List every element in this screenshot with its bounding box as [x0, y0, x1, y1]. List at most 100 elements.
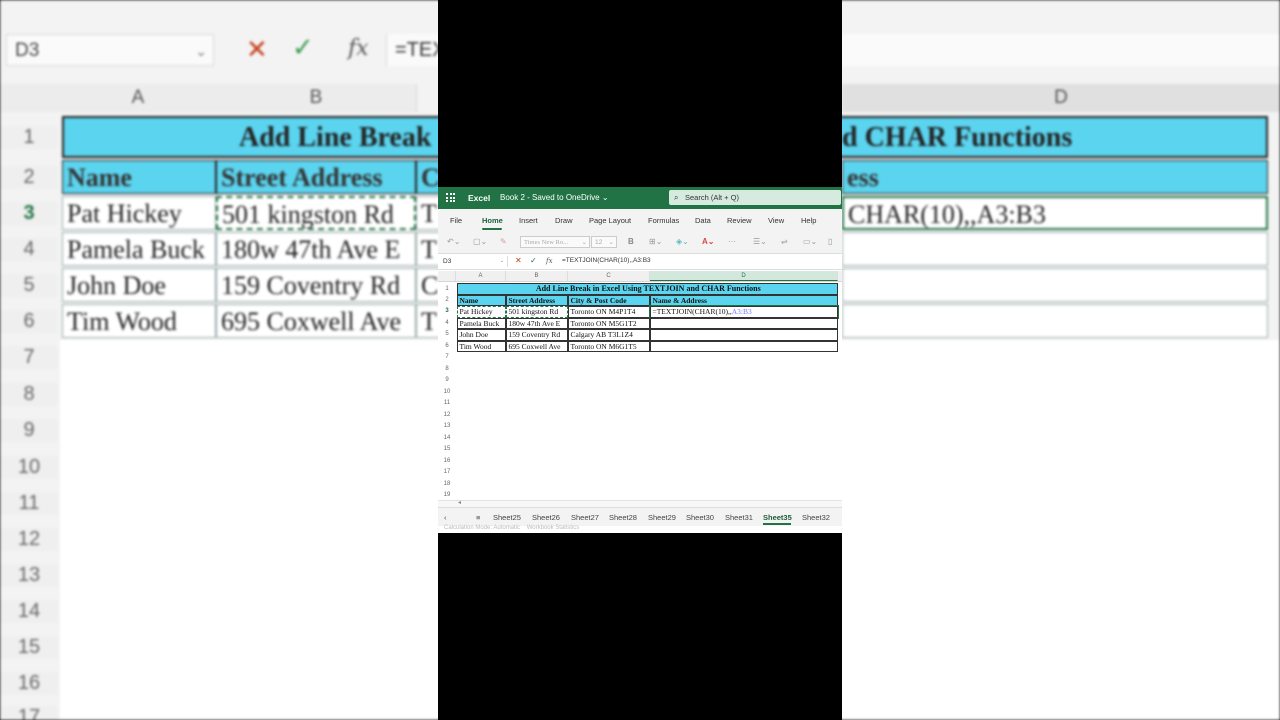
cell-b6[interactable]: 695 Coxwell Ave	[506, 340, 568, 352]
app-launcher-icon[interactable]	[446, 193, 455, 202]
col-header-d[interactable]: D	[650, 271, 838, 281]
cell-d6[interactable]	[650, 340, 838, 352]
sheet-tab-30[interactable]: Sheet30	[686, 513, 714, 522]
select-all-corner[interactable]	[438, 271, 456, 281]
row-header-14[interactable]: 14	[438, 435, 456, 441]
tab-home[interactable]: Home	[482, 216, 503, 225]
sheet-tab-35[interactable]: Sheet35	[763, 513, 792, 522]
scroll-left-icon[interactable]: ◂	[458, 499, 461, 506]
col-header-b[interactable]: B	[506, 271, 568, 281]
tab-page-layout[interactable]: Page Layout	[589, 216, 631, 225]
row-header-10[interactable]: 10	[438, 389, 456, 395]
tab-file[interactable]: File	[450, 216, 462, 225]
font-name-select[interactable]: Times New Ro... ⌄	[520, 236, 590, 248]
cell-a3[interactable]: Pat Hickey	[457, 306, 506, 318]
number-format-icon[interactable]: ▯	[828, 237, 832, 246]
align-icon[interactable]: ☰⌄	[753, 237, 767, 246]
row-header-7[interactable]: 7	[438, 354, 456, 360]
merge-icon[interactable]: ▭⌄	[803, 237, 817, 246]
header-street-address[interactable]: Street Address	[506, 294, 568, 306]
cell-c3[interactable]: Toronto ON M4P1T4	[568, 306, 650, 318]
fill-color-icon[interactable]: ◈⌄	[676, 237, 689, 246]
tab-data[interactable]: Data	[695, 216, 711, 225]
sheet-tab-29[interactable]: Sheet29	[648, 513, 676, 522]
col-header-c[interactable]: C	[568, 271, 650, 281]
row-header-12[interactable]: 12	[438, 412, 456, 418]
header-city-post-code[interactable]: City & Post Code	[568, 294, 650, 306]
font-color-icon[interactable]: A⌄	[702, 237, 714, 246]
bg-col-b: B	[216, 84, 417, 112]
search-box[interactable]: ⌕ Search (Alt + Q)	[669, 190, 841, 205]
sheet-tab-26[interactable]: Sheet26	[532, 513, 560, 522]
row-header-8[interactable]: 8	[438, 366, 456, 372]
chevron-down-icon: ⌄	[499, 258, 504, 264]
cell-d4[interactable]	[650, 317, 838, 329]
row-header-6[interactable]: 6	[438, 343, 456, 349]
row-header-17[interactable]: 17	[438, 469, 456, 475]
cell-a5[interactable]: John Doe	[457, 329, 506, 341]
row-header-15[interactable]: 15	[438, 446, 456, 452]
search-icon: ⌕	[674, 193, 679, 202]
borders-icon[interactable]: ⊞⌄	[649, 237, 662, 246]
tab-view[interactable]: View	[768, 216, 784, 225]
tab-review[interactable]: Review	[727, 216, 752, 225]
enter-check-icon[interactable]: ✓	[530, 256, 537, 265]
cell-b5[interactable]: 159 Coventry Rd	[506, 329, 568, 341]
insert-function-icon[interactable]: fx	[546, 257, 553, 265]
all-sheets-icon[interactable]: ≡	[476, 513, 480, 522]
app-name[interactable]: Excel	[468, 193, 490, 203]
tab-formulas[interactable]: Formulas	[648, 216, 679, 225]
row-header-19[interactable]: 19	[438, 492, 456, 498]
cell-c6[interactable]: Toronto ON M6G1T5	[568, 340, 650, 352]
cell-c4[interactable]: Toronto ON M5G1T2	[568, 317, 650, 329]
search-placeholder: Search (Alt + Q)	[685, 193, 739, 202]
table-title-cell[interactable]: Add Line Break in Excel Using TEXTJOIN a…	[457, 283, 838, 295]
row-header-11[interactable]: 11	[438, 400, 456, 406]
name-box[interactable]: D3 ⌄	[440, 256, 508, 267]
sheet-tab-27[interactable]: Sheet27	[571, 513, 599, 522]
cell-d5[interactable]	[650, 329, 838, 341]
row-header-13[interactable]: 13	[438, 423, 456, 429]
sheet-tab-28[interactable]: Sheet28	[609, 513, 637, 522]
sheet-tab-32[interactable]: Sheet32	[802, 513, 830, 522]
header-name-address[interactable]: Name & Address	[650, 294, 838, 306]
row-header-2[interactable]: 2	[438, 297, 456, 303]
bg-row-8: 8	[0, 383, 58, 406]
header-name[interactable]: Name	[457, 294, 506, 306]
cell-b3[interactable]: 501 kingston Rd	[506, 306, 568, 318]
bg-row-11: 11	[0, 492, 58, 515]
cell-a4[interactable]: Pamela Buck	[457, 317, 506, 329]
bold-icon[interactable]: B	[628, 237, 634, 246]
row-header-3[interactable]: 3	[438, 308, 456, 314]
paste-icon[interactable]: ▢⌄	[473, 237, 487, 246]
row-header-4[interactable]: 4	[438, 320, 456, 326]
wrap-text-icon[interactable]: ⇌	[781, 237, 788, 246]
cancel-icon[interactable]: ✕	[515, 256, 522, 265]
tab-draw[interactable]: Draw	[555, 216, 573, 225]
cell-c5[interactable]: Calgary AB T3L1Z4	[568, 329, 650, 341]
formula-input[interactable]: =TEXTJOIN(CHAR(10),,A3:B3	[562, 257, 651, 264]
document-title-text: Book 2 - Saved to OneDrive	[500, 193, 600, 202]
row-header-16[interactable]: 16	[438, 458, 456, 464]
cell-b4[interactable]: 180w 47th Ave E	[506, 317, 568, 329]
row-header-9[interactable]: 9	[438, 377, 456, 383]
format-painter-icon[interactable]: ✎	[500, 237, 507, 246]
bg-header-street: Street Address	[216, 160, 416, 194]
cell-d3[interactable]: =TEXTJOIN(CHAR(10),,A3:B3	[649, 305, 839, 319]
row-header-1[interactable]: 1	[438, 286, 456, 292]
bg-col-a: A	[60, 84, 217, 112]
sheet-tab-25[interactable]: Sheet25	[493, 513, 521, 522]
row-header-18[interactable]: 18	[438, 481, 456, 487]
horizontal-scrollbar[interactable]: ◂	[438, 500, 842, 507]
cell-a6[interactable]: Tim Wood	[457, 340, 506, 352]
undo-icon[interactable]: ↶⌄	[447, 237, 460, 246]
sheet-tab-31[interactable]: Sheet31	[725, 513, 753, 522]
row-header-5[interactable]: 5	[438, 331, 456, 337]
font-size-select[interactable]: 12 ⌄	[591, 236, 617, 248]
document-title[interactable]: Book 2 - Saved to OneDrive ⌄	[500, 193, 609, 202]
more-options-icon[interactable]: ···	[728, 237, 736, 246]
prev-sheet-icon[interactable]: ‹	[444, 513, 447, 522]
tab-insert[interactable]: Insert	[519, 216, 538, 225]
tab-help[interactable]: Help	[801, 216, 816, 225]
col-header-a[interactable]: A	[456, 271, 506, 281]
